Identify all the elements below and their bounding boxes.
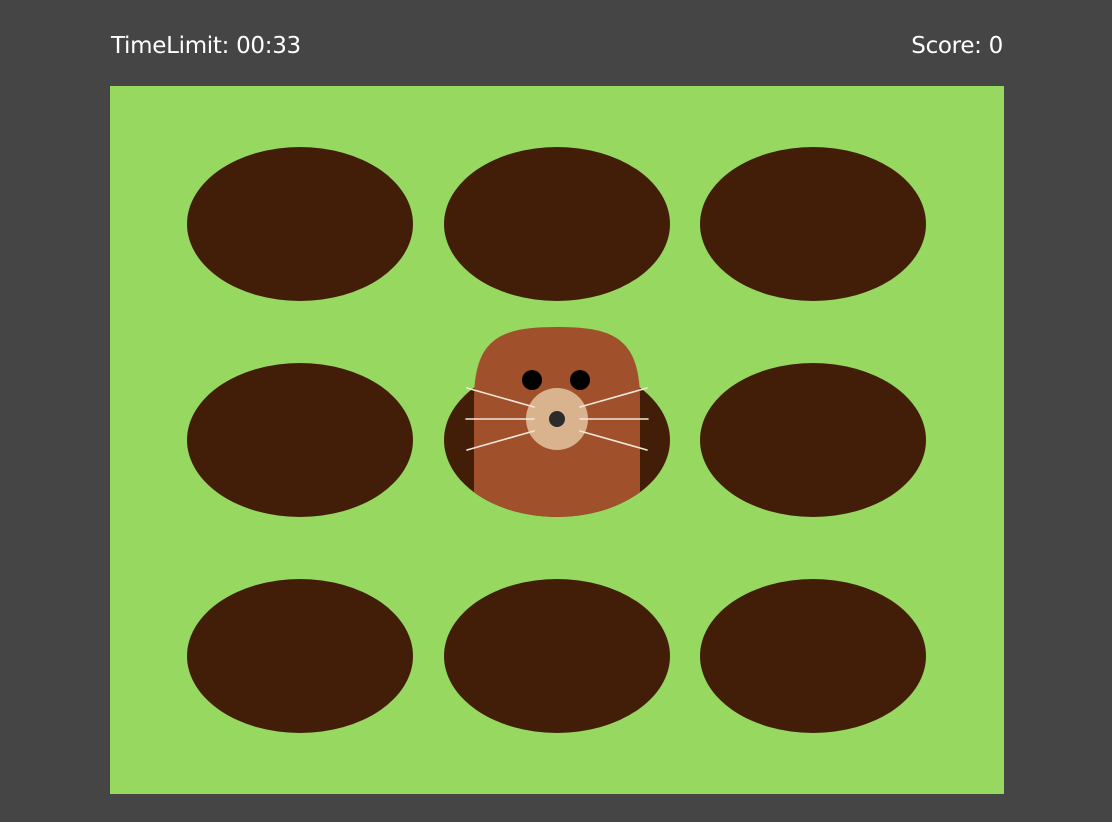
score-value: 0 <box>988 33 1004 59</box>
time-limit-display: TimeLimit: 00:33 <box>111 32 301 60</box>
mole-eye-right <box>570 370 590 390</box>
time-limit-value: 00:33 <box>236 33 301 59</box>
mole-hole[interactable] <box>187 579 413 733</box>
hole-shape <box>187 147 413 301</box>
mole-hole[interactable] <box>444 147 670 301</box>
hole-shape <box>444 579 670 733</box>
hole-shape <box>700 363 926 517</box>
mole-hole[interactable] <box>444 579 670 733</box>
mole-eye-left <box>522 370 542 390</box>
game-screen: TimeLimit: 00:33 Score: 0 <box>0 0 1112 822</box>
hole-shape <box>187 579 413 733</box>
hole-shape <box>700 579 926 733</box>
hole-shape <box>700 147 926 301</box>
hole-shape <box>444 147 670 301</box>
mole-hole[interactable] <box>700 363 926 517</box>
score-display: Score: 0 <box>911 32 1003 60</box>
score-label: Score: <box>911 33 982 59</box>
mole-hole[interactable] <box>187 147 413 301</box>
game-board-canvas <box>110 86 1004 794</box>
game-board <box>110 86 1004 794</box>
mole-hole[interactable] <box>700 579 926 733</box>
mole-hole[interactable] <box>700 147 926 301</box>
mole-hole[interactable] <box>187 363 413 517</box>
mole-character[interactable] <box>465 327 649 530</box>
mole-nose <box>549 411 565 427</box>
time-limit-label: TimeLimit: <box>111 33 230 59</box>
hole-shape <box>187 363 413 517</box>
